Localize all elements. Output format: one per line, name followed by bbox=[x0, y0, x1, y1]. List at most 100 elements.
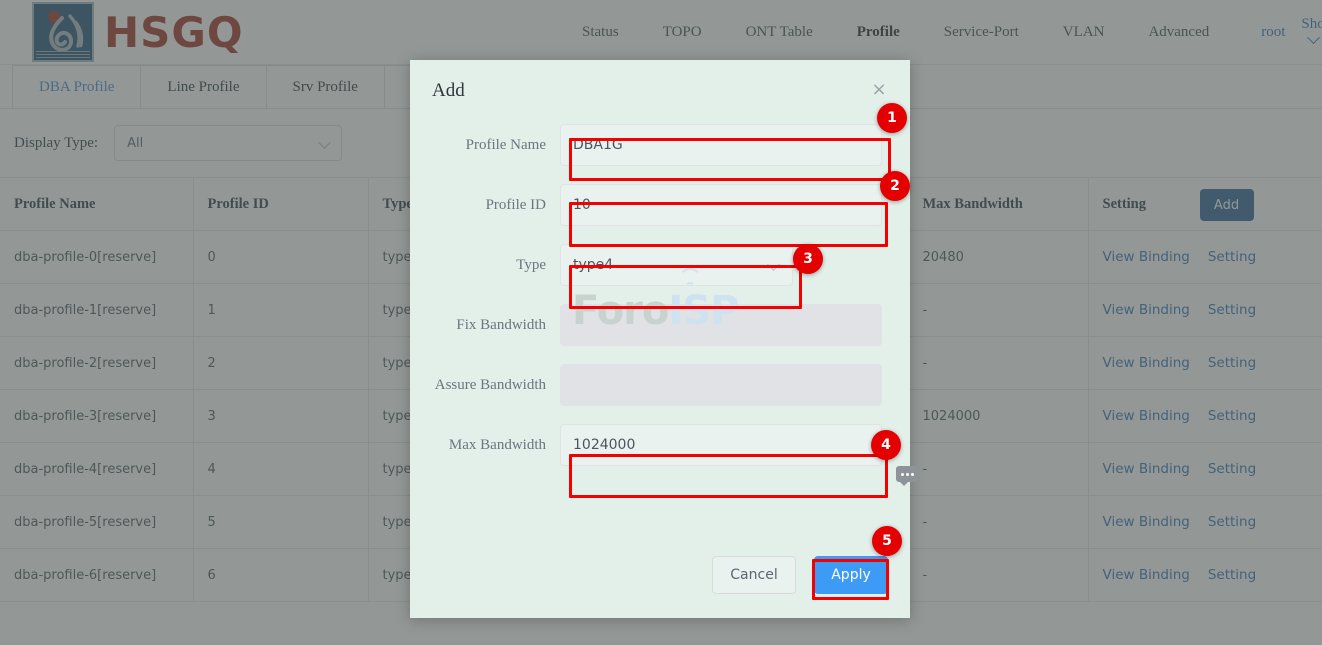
cell-max-bandwidth: - bbox=[908, 548, 1089, 602]
input-fix-bandwidth bbox=[560, 304, 882, 346]
view-binding-link[interactable]: View Binding bbox=[1103, 514, 1190, 530]
value-profile-name: DBA1G bbox=[573, 137, 623, 153]
cell-max-bandwidth: - bbox=[908, 283, 1089, 337]
hsgq-logo-icon bbox=[32, 2, 94, 62]
tab-dba-profile[interactable]: DBA Profile bbox=[12, 65, 142, 108]
form-row-type: Type type4 bbox=[410, 242, 910, 288]
cell-max-bandwidth: - bbox=[908, 442, 1089, 496]
form-row-assure-bandwidth: Assure Bandwidth bbox=[410, 362, 910, 408]
setting-link[interactable]: Setting bbox=[1208, 408, 1256, 424]
input-assure-bandwidth bbox=[560, 364, 882, 406]
brand-name: HSGQ bbox=[104, 7, 244, 57]
nav-item-vlan[interactable]: VLAN bbox=[1041, 24, 1127, 41]
add-button[interactable]: Add bbox=[1199, 189, 1254, 221]
th-max-bandwidth: Max Bandwidth bbox=[908, 177, 1089, 231]
value-type: type4 bbox=[573, 257, 614, 273]
dialog-title: Add bbox=[432, 80, 465, 101]
form-row-fix-bandwidth: Fix Bandwidth bbox=[410, 302, 910, 348]
form-row-max-bandwidth: Max Bandwidth 1024000 bbox=[410, 422, 910, 468]
cell-profile-name: dba-profile-5[reserve] bbox=[0, 495, 194, 549]
value-profile-id: 10 bbox=[573, 197, 591, 213]
add-dba-profile-dialog: Add × Profile Name DBA1G Profile ID 10 Type t… bbox=[410, 60, 910, 618]
cell-profile-name: dba-profile-0[reserve] bbox=[0, 230, 194, 284]
nav-item-service-port[interactable]: Service-Port bbox=[922, 24, 1041, 41]
input-max-bandwidth[interactable]: 1024000 bbox=[560, 424, 882, 466]
cell-profile-name: dba-profile-1[reserve] bbox=[0, 283, 194, 337]
annotation-badge-5: 5 bbox=[872, 526, 902, 556]
view-binding-link[interactable]: View Binding bbox=[1103, 567, 1190, 583]
input-hint-tooltip bbox=[896, 466, 918, 486]
dialog-header: Add × bbox=[410, 60, 910, 122]
setting-link[interactable]: Setting bbox=[1208, 461, 1256, 477]
value-max-bandwidth: 1024000 bbox=[573, 437, 636, 453]
setting-link[interactable]: Setting bbox=[1208, 249, 1256, 265]
cell-profile-id: 4 bbox=[193, 442, 369, 496]
cell-profile-name: dba-profile-2[reserve] bbox=[0, 336, 194, 390]
nav-item-advanced[interactable]: Advanced bbox=[1126, 24, 1231, 41]
annotation-badge-3: 3 bbox=[793, 244, 823, 274]
label-max-bandwidth: Max Bandwidth bbox=[448, 436, 546, 453]
select-type[interactable]: type4 bbox=[560, 244, 793, 286]
input-profile-name[interactable]: DBA1G bbox=[560, 124, 882, 166]
th-setting-label: Setting bbox=[1102, 195, 1147, 212]
tab-line-profile[interactable]: Line Profile bbox=[140, 65, 267, 108]
cell-setting: View Binding Setting bbox=[1088, 548, 1322, 602]
cell-profile-name: dba-profile-4[reserve] bbox=[0, 442, 194, 496]
chevron-down-icon bbox=[1307, 30, 1321, 44]
view-binding-link[interactable]: View Binding bbox=[1103, 461, 1190, 477]
cell-profile-id: 1 bbox=[193, 283, 369, 337]
cell-setting: View Binding Setting bbox=[1088, 230, 1322, 284]
brand-logo[interactable]: HSGQ bbox=[32, 2, 244, 62]
cell-setting: View Binding Setting bbox=[1088, 283, 1322, 337]
display-type-label: Display Type: bbox=[14, 134, 99, 151]
chevron-down-icon bbox=[767, 258, 780, 271]
form-row-profile-name: Profile Name DBA1G bbox=[410, 122, 910, 168]
close-icon[interactable]: × bbox=[870, 81, 888, 100]
view-binding-link[interactable]: View Binding bbox=[1103, 355, 1190, 371]
nav-user-root[interactable]: root bbox=[1231, 24, 1295, 41]
display-type-value: All bbox=[127, 135, 144, 151]
cell-profile-id: 3 bbox=[193, 389, 369, 443]
cell-max-bandwidth: 1024000 bbox=[908, 389, 1089, 443]
th-profile-name: Profile Name bbox=[0, 177, 194, 231]
app-root: HSGQ Status TOPO ONT Table Profile Servi… bbox=[0, 0, 1322, 645]
logo-stripes bbox=[36, 51, 90, 58]
annotation-badge-4: 4 bbox=[871, 430, 901, 460]
cell-max-bandwidth: - bbox=[908, 495, 1089, 549]
setting-link[interactable]: Setting bbox=[1208, 514, 1256, 530]
setting-link[interactable]: Setting bbox=[1208, 567, 1256, 583]
setting-link[interactable]: Setting bbox=[1208, 302, 1256, 318]
cell-profile-name: dba-profile-3[reserve] bbox=[0, 389, 194, 443]
tab-srv-profile[interactable]: Srv Profile bbox=[265, 65, 385, 108]
nav-shortcut[interactable]: Shortcut bbox=[1295, 16, 1322, 50]
cancel-button[interactable]: Cancel bbox=[712, 556, 796, 594]
annotation-badge-2: 2 bbox=[880, 171, 910, 201]
label-assure-bandwidth: Assure Bandwidth bbox=[434, 376, 546, 393]
view-binding-link[interactable]: View Binding bbox=[1103, 408, 1190, 424]
view-binding-link[interactable]: View Binding bbox=[1103, 302, 1190, 318]
logo-swoosh-icon bbox=[49, 14, 84, 52]
cell-setting: View Binding Setting bbox=[1088, 389, 1322, 443]
app-header: HSGQ Status TOPO ONT Table Profile Servi… bbox=[0, 0, 1322, 65]
nav-item-topo[interactable]: TOPO bbox=[641, 24, 724, 41]
label-profile-id: Profile ID bbox=[485, 196, 546, 213]
setting-link[interactable]: Setting bbox=[1208, 355, 1256, 371]
dialog-footer: Cancel Apply bbox=[712, 556, 888, 594]
annotation-badge-1: 1 bbox=[877, 103, 907, 133]
nav-item-profile[interactable]: Profile bbox=[835, 24, 922, 41]
main-nav: Status TOPO ONT Table Profile Service-Po… bbox=[560, 0, 1322, 65]
chevron-down-icon bbox=[318, 136, 331, 149]
th-setting: Setting Add bbox=[1088, 177, 1322, 231]
cell-profile-id: 6 bbox=[193, 548, 369, 602]
cell-profile-id: 0 bbox=[193, 230, 369, 284]
form-row-profile-id: Profile ID 10 bbox=[410, 182, 910, 228]
label-profile-name: Profile Name bbox=[465, 136, 546, 153]
input-profile-id[interactable]: 10 bbox=[560, 184, 882, 226]
apply-button[interactable]: Apply bbox=[814, 556, 888, 594]
display-type-select[interactable]: All bbox=[114, 125, 343, 161]
nav-item-ont-table[interactable]: ONT Table bbox=[724, 24, 835, 41]
nav-item-status[interactable]: Status bbox=[560, 24, 641, 41]
cell-max-bandwidth: 20480 bbox=[908, 230, 1089, 284]
label-type: Type bbox=[516, 256, 546, 273]
view-binding-link[interactable]: View Binding bbox=[1103, 249, 1190, 265]
